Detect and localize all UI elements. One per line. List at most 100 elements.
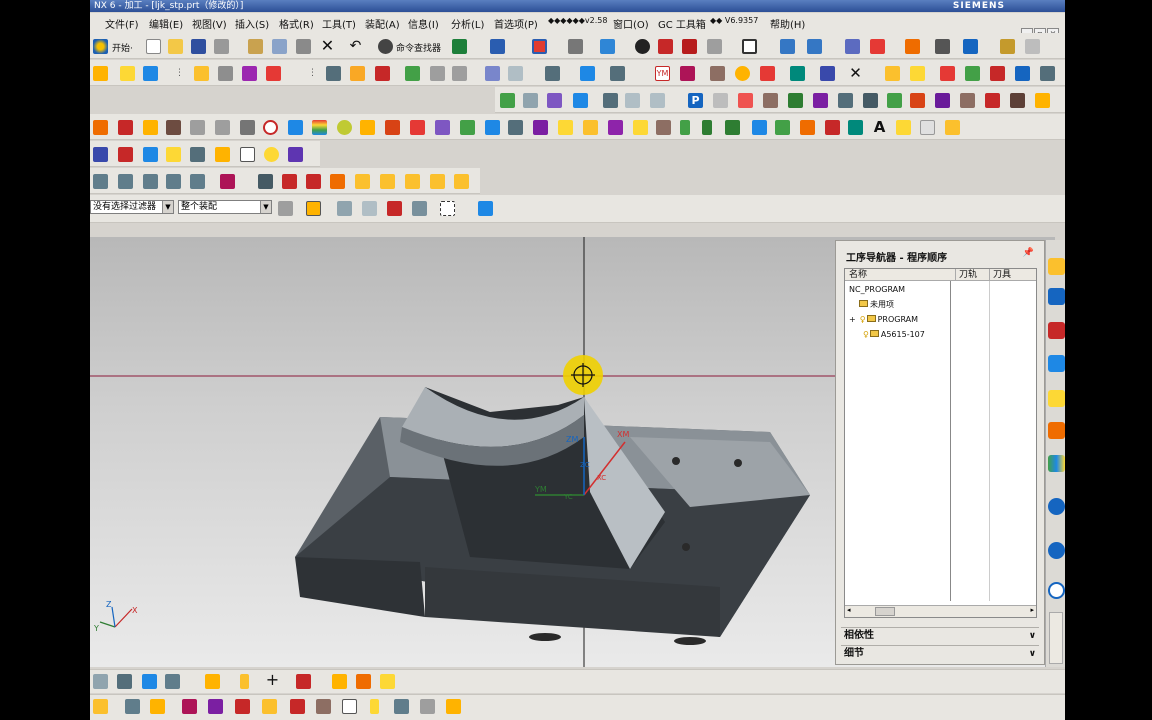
menu-information[interactable]: 信息(I): [408, 16, 439, 31]
menu-gc-toolkit[interactable]: GC 工具箱: [658, 16, 706, 31]
part-navigator-tab-icon[interactable]: [1048, 322, 1065, 339]
angular-dim-icon[interactable]: [306, 174, 321, 189]
heal-icon[interactable]: [235, 699, 250, 714]
pointer-icon[interactable]: [580, 66, 595, 81]
transform-icon[interactable]: [790, 66, 805, 81]
scroll-left-icon[interactable]: ◂: [847, 606, 851, 614]
command-finder-icon[interactable]: [378, 39, 393, 54]
generate-icon[interactable]: [350, 66, 365, 81]
wrap-icon[interactable]: [825, 120, 840, 135]
cut-op-icon[interactable]: [547, 93, 562, 108]
web-tab-icon[interactable]: [1048, 498, 1065, 515]
tool-path-icon[interactable]: YM: [655, 66, 670, 81]
light-bulb-icon[interactable]: [240, 674, 249, 689]
program-view-icon[interactable]: [242, 66, 257, 81]
tree-item-nc-program[interactable]: NC_PROGRAM: [849, 285, 905, 294]
open-folder-icon[interactable]: [168, 39, 183, 54]
tool-position-icon[interactable]: [680, 66, 695, 81]
grid-icon[interactable]: [920, 120, 935, 135]
stock-icon[interactable]: [420, 699, 435, 714]
horizontal-scrollbar[interactable]: ◂ ▸: [845, 605, 1036, 617]
resource-scrollbar[interactable]: [1049, 612, 1063, 664]
delete-icon[interactable]: ✕: [320, 38, 335, 54]
udf-icon[interactable]: [118, 147, 133, 162]
pattern-icon[interactable]: [680, 120, 690, 135]
constrain-icon[interactable]: [290, 699, 305, 714]
tree-item-unused[interactable]: 未用项: [859, 299, 894, 310]
pencil-icon[interactable]: [1025, 39, 1040, 54]
pocket-icon[interactable]: [215, 120, 230, 135]
move-face-icon[interactable]: [118, 174, 133, 189]
shell-icon[interactable]: [608, 120, 623, 135]
group-icon[interactable]: [985, 93, 1000, 108]
make-parallel-icon[interactable]: [454, 174, 469, 189]
print-icon[interactable]: [214, 39, 229, 54]
pad-icon[interactable]: [240, 120, 255, 135]
green-rect-icon[interactable]: [725, 120, 740, 135]
chamfer-icon[interactable]: [583, 120, 598, 135]
calculator-icon[interactable]: [240, 147, 255, 162]
display-path-icon[interactable]: [760, 66, 775, 81]
cone-icon[interactable]: [360, 120, 375, 135]
feed-icon[interactable]: [610, 66, 625, 81]
start-button[interactable]: 开始·: [112, 41, 133, 54]
filter-settings-icon[interactable]: [278, 201, 293, 216]
blend-icon[interactable]: [558, 120, 573, 135]
machine-tool-icon[interactable]: [885, 66, 900, 81]
last-icon[interactable]: [1035, 93, 1050, 108]
system-tab-icon[interactable]: [1048, 542, 1065, 559]
curve-rule-icon[interactable]: [337, 201, 352, 216]
section-cube-icon[interactable]: [682, 39, 697, 54]
last-cam-icon[interactable]: [446, 699, 461, 714]
parking-icon[interactable]: P: [688, 93, 703, 108]
toolbar-overflow-2[interactable]: ⋮: [308, 68, 317, 78]
make-symmetric-icon[interactable]: [430, 174, 445, 189]
thicken-icon[interactable]: [633, 120, 648, 135]
create-tool-icon[interactable]: [120, 66, 135, 81]
measure-op-icon[interactable]: [960, 93, 975, 108]
tool-list-icon[interactable]: [1015, 66, 1030, 81]
bulb-icon[interactable]: [370, 699, 379, 714]
probe-icon[interactable]: [394, 699, 409, 714]
menu-plugin-b[interactable]: ◆◆ V6.9357: [710, 16, 758, 25]
create-program-icon[interactable]: [93, 66, 108, 81]
batch-icon[interactable]: [887, 93, 902, 108]
fit-view-icon[interactable]: [532, 39, 547, 54]
draft-icon[interactable]: [656, 120, 671, 135]
resize-icon[interactable]: [258, 174, 273, 189]
mate-icon[interactable]: [165, 674, 180, 689]
output-cls-icon[interactable]: [508, 66, 523, 81]
chevron-down-icon[interactable]: ∨: [1029, 646, 1036, 662]
report-icon[interactable]: [738, 93, 753, 108]
clock-tab-icon[interactable]: [1048, 582, 1065, 599]
dependencies-section[interactable]: 相依性 ∨: [841, 627, 1039, 643]
snap-icon[interactable]: [490, 39, 505, 54]
offset-face-icon[interactable]: [533, 120, 548, 135]
flag-icon[interactable]: [296, 674, 311, 689]
background-icon[interactable]: [742, 39, 757, 54]
folder-icon[interactable]: [166, 147, 181, 162]
sync-cube-icon[interactable]: [93, 174, 108, 189]
operation-navigator-tab-icon[interactable]: [1048, 258, 1065, 275]
properties-icon[interactable]: [910, 66, 925, 81]
unite-icon[interactable]: [410, 120, 425, 135]
emboss-icon[interactable]: [848, 120, 863, 135]
close-path-icon[interactable]: ✕: [848, 66, 863, 81]
diamond-icon[interactable]: [342, 699, 357, 714]
menu-plugin-a[interactable]: ◆◆◆◆◆◆v2.58: [548, 16, 607, 25]
x-axis-icon[interactable]: [182, 699, 197, 714]
sphere-icon[interactable]: [385, 120, 400, 135]
red-cube-icon[interactable]: [658, 39, 673, 54]
monitor-icon[interactable]: [190, 147, 205, 162]
align-icon[interactable]: [1040, 66, 1055, 81]
mirror-icon[interactable]: [702, 120, 712, 135]
menu-assemblies[interactable]: 装配(A): [365, 16, 400, 31]
new-file-icon[interactable]: [146, 39, 161, 54]
tree-item-program[interactable]: + ♀ PROGRAM: [849, 315, 918, 324]
menu-analysis[interactable]: 分析(L): [451, 16, 484, 31]
linear-dim-icon[interactable]: [282, 174, 297, 189]
rectangle-select-icon[interactable]: [440, 201, 455, 216]
snap-point-icon[interactable]: [306, 201, 321, 216]
pull-face-icon[interactable]: [143, 174, 158, 189]
spindle-icon[interactable]: [863, 93, 878, 108]
